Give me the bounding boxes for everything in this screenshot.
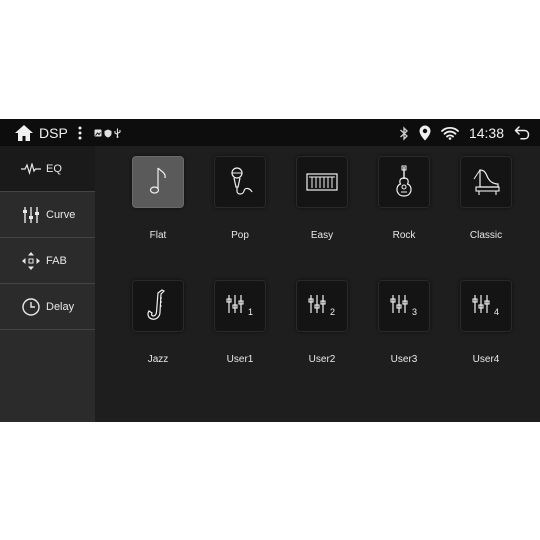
sidebar-item-eq[interactable]: EQ bbox=[0, 146, 95, 192]
dsp-screen: DSP 14:38 EQ Curve FAB Delay Flat Pop Ea… bbox=[0, 119, 540, 422]
preset-grid: Flat Pop Easy Rock Classic Jazz 1 User1 … bbox=[95, 146, 540, 422]
clock-icon bbox=[20, 296, 42, 318]
status-bar: DSP 14:38 bbox=[0, 119, 540, 146]
preset-label: User4 bbox=[472, 354, 500, 365]
preset-pop-button[interactable] bbox=[214, 156, 266, 208]
user-number: 1 bbox=[248, 307, 253, 317]
preset-user3-button[interactable]: 3 bbox=[378, 280, 430, 332]
preset-user3[interactable]: 3 User3 bbox=[364, 280, 444, 380]
sidebar: EQ Curve FAB Delay bbox=[0, 146, 95, 422]
preset-classic-button[interactable] bbox=[460, 156, 512, 208]
preset-label: User1 bbox=[226, 354, 254, 365]
sliders-icon bbox=[20, 204, 42, 226]
preset-user2-button[interactable]: 2 bbox=[296, 280, 348, 332]
microphone-icon bbox=[225, 165, 255, 199]
sidebar-item-curve[interactable]: Curve bbox=[0, 192, 95, 238]
sidebar-item-label: FAB bbox=[46, 254, 67, 267]
keyboard-icon bbox=[306, 172, 338, 192]
user-eq-icon: 4 bbox=[470, 293, 502, 319]
preset-label: Pop bbox=[231, 230, 249, 241]
preset-pop[interactable]: Pop bbox=[200, 156, 280, 256]
preset-easy-button[interactable] bbox=[296, 156, 348, 208]
preset-label: User3 bbox=[390, 354, 418, 365]
preset-flat[interactable]: Flat bbox=[118, 156, 198, 256]
preset-classic[interactable]: Classic bbox=[446, 156, 526, 256]
music-note-icon bbox=[144, 165, 172, 199]
guitar-icon bbox=[393, 165, 415, 199]
preset-jazz[interactable]: Jazz bbox=[118, 280, 198, 380]
preset-rock-button[interactable] bbox=[378, 156, 430, 208]
bluetooth-icon bbox=[399, 125, 409, 141]
user-number: 2 bbox=[330, 307, 335, 317]
preset-label: Jazz bbox=[147, 354, 169, 365]
preset-flat-button[interactable] bbox=[132, 156, 184, 208]
fader-arrows-icon bbox=[20, 250, 42, 272]
waveform-icon bbox=[20, 158, 42, 180]
preset-label: Flat bbox=[149, 230, 167, 241]
sidebar-item-label: EQ bbox=[46, 162, 62, 175]
preset-jazz-button[interactable] bbox=[132, 280, 184, 332]
sidebar-item-label: Curve bbox=[46, 208, 76, 221]
more-vert-icon[interactable] bbox=[78, 126, 82, 140]
usb-notif-icon bbox=[114, 128, 121, 138]
clock-time: 14:38 bbox=[468, 125, 504, 141]
wifi-icon bbox=[441, 126, 459, 140]
preset-label: Easy bbox=[310, 230, 334, 241]
sidebar-item-delay[interactable]: Delay bbox=[0, 284, 95, 330]
status-right: 14:38 bbox=[399, 123, 530, 143]
preset-label: Rock bbox=[392, 230, 416, 241]
sidebar-item-fab[interactable]: FAB bbox=[0, 238, 95, 284]
home-icon[interactable] bbox=[14, 124, 34, 142]
saxophone-icon bbox=[143, 288, 173, 324]
preset-easy[interactable]: Easy bbox=[282, 156, 362, 256]
status-left: DSP bbox=[14, 123, 121, 143]
sidebar-item-label: Delay bbox=[46, 300, 75, 313]
user-number: 4 bbox=[494, 307, 499, 317]
user-number: 3 bbox=[412, 307, 417, 317]
user-eq-icon: 3 bbox=[388, 293, 420, 319]
preset-user1[interactable]: 1 User1 bbox=[200, 280, 280, 380]
shield-notif-icon bbox=[104, 129, 112, 138]
back-icon[interactable] bbox=[514, 126, 530, 140]
gallery-notif-icon bbox=[94, 129, 102, 137]
preset-label: User2 bbox=[308, 354, 336, 365]
user-eq-icon: 2 bbox=[306, 293, 338, 319]
preset-user4[interactable]: 4 User4 bbox=[446, 280, 526, 380]
notification-icons bbox=[94, 128, 121, 138]
preset-rock[interactable]: Rock bbox=[364, 156, 444, 256]
preset-user1-button[interactable]: 1 bbox=[214, 280, 266, 332]
preset-user2[interactable]: 2 User2 bbox=[282, 280, 362, 380]
app-title: DSP bbox=[39, 125, 68, 141]
piano-icon bbox=[471, 167, 501, 197]
preset-user4-button[interactable]: 4 bbox=[460, 280, 512, 332]
location-icon bbox=[419, 125, 431, 141]
user-eq-icon: 1 bbox=[224, 293, 256, 319]
preset-label: Classic bbox=[469, 230, 503, 241]
